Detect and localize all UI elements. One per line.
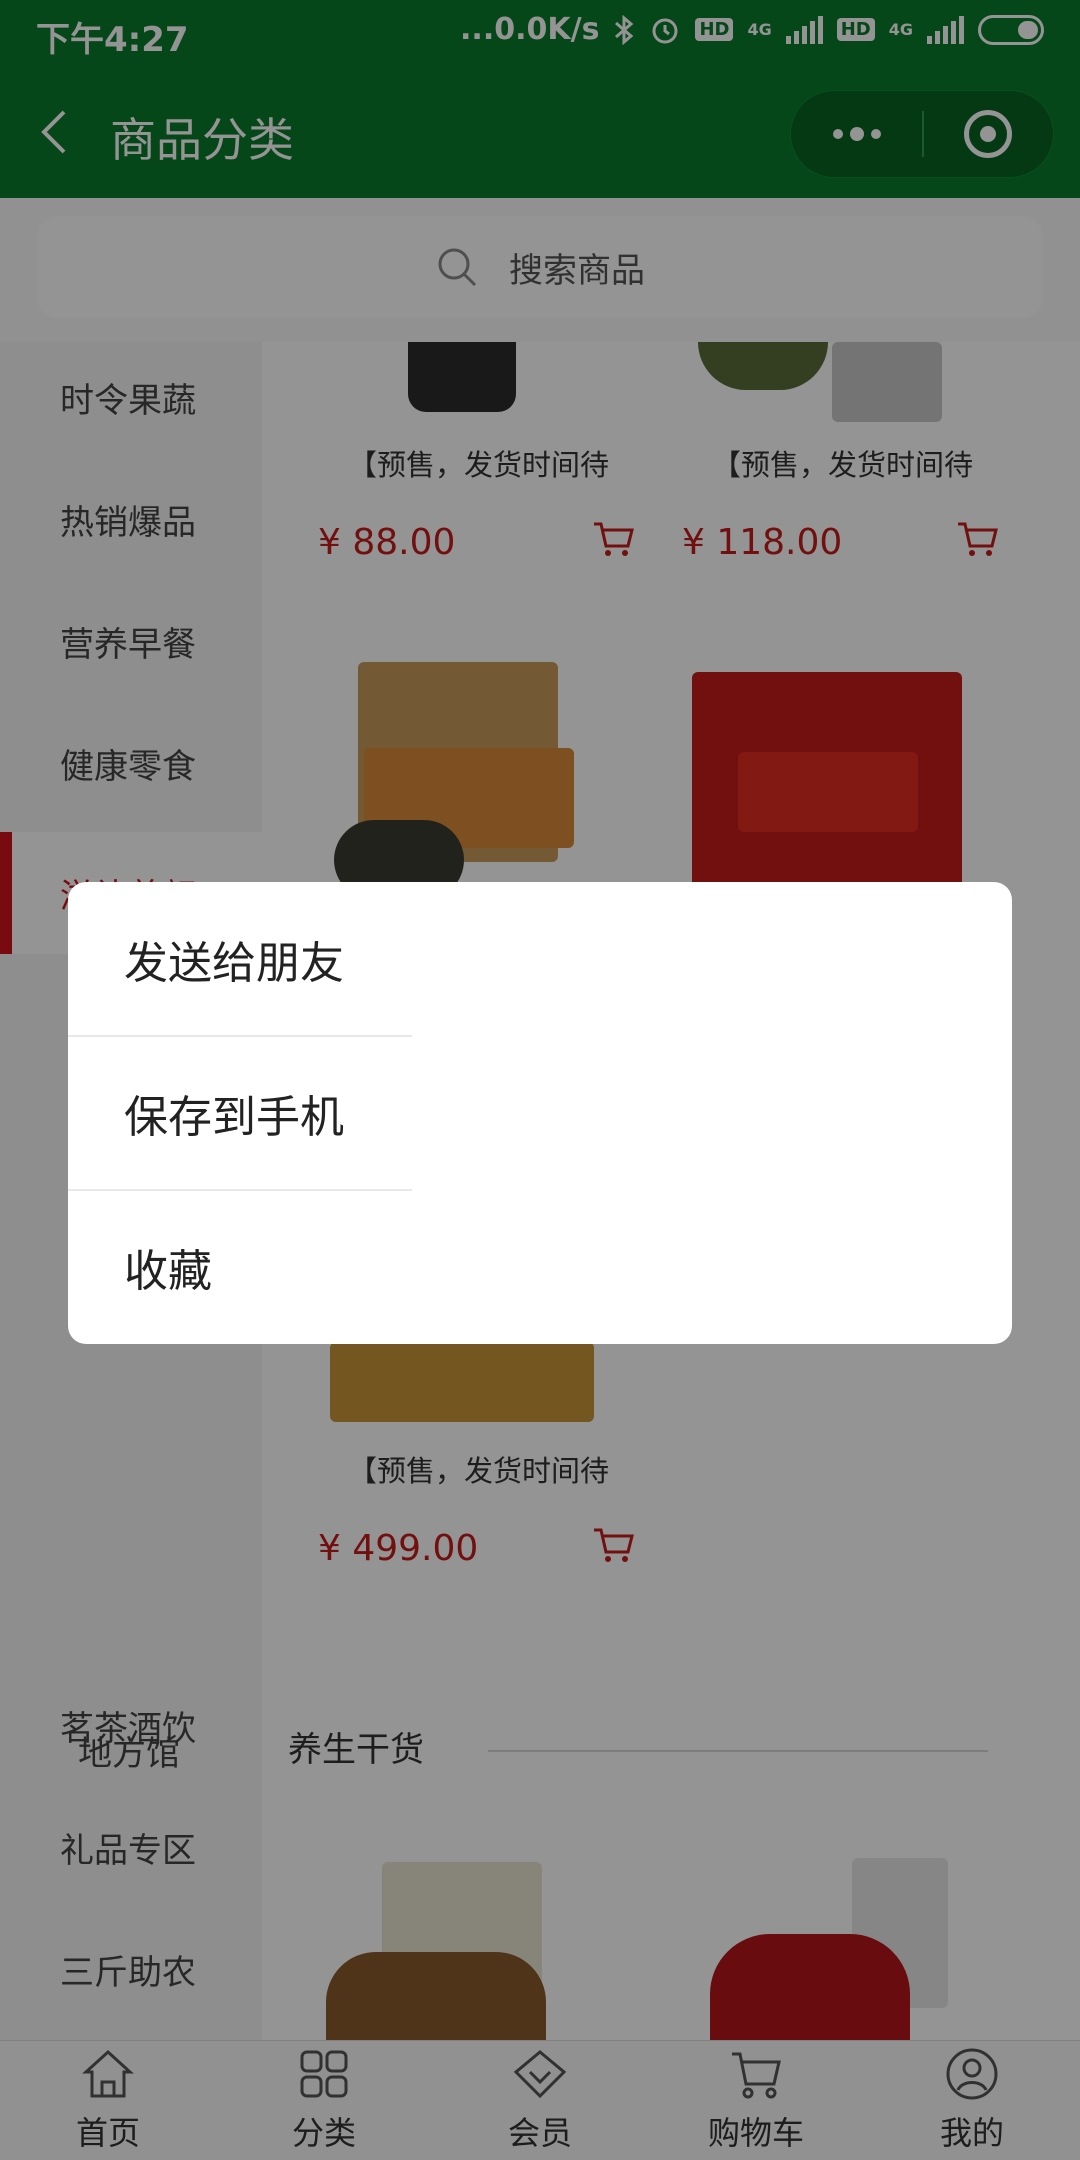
menu-item-label: 收藏 — [124, 1246, 212, 1297]
favorite-button[interactable]: 收藏 — [68, 1190, 412, 1344]
send-to-friend-button[interactable]: 发送给朋友 — [68, 882, 412, 1036]
menu-item-label: 发送给朋友 — [124, 938, 344, 989]
menu-item-label: 保存到手机 — [124, 1092, 344, 1143]
save-to-phone-button[interactable]: 保存到手机 — [68, 1036, 412, 1190]
share-action-dialog: 发送给朋友 保存到手机 收藏 — [68, 882, 1012, 1344]
